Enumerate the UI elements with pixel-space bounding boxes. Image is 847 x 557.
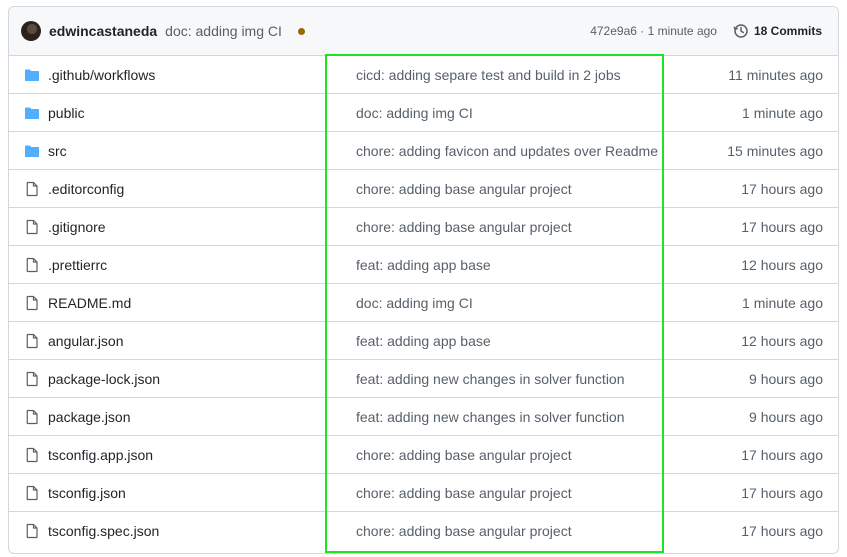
commit-message-link[interactable]: doc: adding img CI — [356, 105, 473, 121]
file-icon — [24, 333, 40, 349]
file-row: package.json feat: adding new changes in … — [9, 398, 838, 436]
file-name-link[interactable]: tsconfig.spec.json — [48, 523, 159, 539]
file-row: tsconfig.app.json chore: adding base angu… — [9, 436, 838, 474]
commit-age: 1 minute ago — [742, 104, 823, 121]
file-row: tsconfig.spec.json chore: adding base ang… — [9, 512, 838, 550]
file-name-link[interactable]: package-lock.json — [48, 371, 160, 387]
commit-message-link[interactable]: feat: adding app base — [356, 257, 491, 273]
file-row: tsconfig.json chore: adding base angular … — [9, 474, 838, 512]
commit-message-link[interactable]: feat: adding new changes in solver funct… — [356, 371, 625, 387]
commit-message-link[interactable]: doc: adding img CI — [356, 295, 473, 311]
file-list: .github/workflows cicd: adding separe tes… — [9, 56, 838, 550]
commit-message-link[interactable]: chore: adding base angular project — [356, 485, 572, 501]
commit-age: 12 hours ago — [741, 332, 823, 349]
folder-icon — [24, 105, 40, 121]
commit-message-link[interactable]: cicd: adding separe test and build in 2 … — [356, 67, 621, 83]
file-row: src chore: adding favicon and updates ove… — [9, 132, 838, 170]
file-row: .prettierrc feat: adding app base 12 hours… — [9, 246, 838, 284]
commit-age: 17 hours ago — [741, 180, 823, 197]
file-name-link[interactable]: src — [48, 143, 67, 159]
file-icon — [24, 371, 40, 387]
file-row: .gitignore chore: adding base angular pro… — [9, 208, 838, 246]
file-icon — [24, 257, 40, 273]
folder-icon — [24, 143, 40, 159]
avatar[interactable] — [21, 21, 41, 41]
file-row: public doc: adding img CI 1 minute ago — [9, 94, 838, 132]
commits-history-link[interactable]: 18 Commits — [733, 23, 822, 39]
commit-age: 15 minutes ago — [727, 142, 823, 159]
commit-sha-and-time[interactable]: 472e9a6 · 1 minute ago — [590, 24, 717, 38]
commit-message-link[interactable]: chore: adding base angular project — [356, 523, 572, 539]
commit-age: 9 hours ago — [749, 370, 823, 387]
file-name-link[interactable]: .editorconfig — [48, 181, 124, 197]
commit-age: 11 minutes ago — [728, 66, 823, 83]
commit-age: 12 hours ago — [741, 256, 823, 273]
file-icon — [24, 219, 40, 235]
file-name-link[interactable]: README.md — [48, 295, 131, 311]
file-row: .editorconfig chore: adding base angular … — [9, 170, 838, 208]
commit-status-dot[interactable] — [297, 27, 305, 35]
commit-age: 17 hours ago — [741, 446, 823, 463]
file-row: .github/workflows cicd: adding separe tes… — [9, 56, 838, 94]
file-icon — [24, 485, 40, 501]
file-name-link[interactable]: .gitignore — [48, 219, 106, 235]
commit-age: 17 hours ago — [741, 523, 823, 539]
file-browser: edwincastaneda doc: adding img CI 472e9a… — [8, 6, 839, 554]
commit-message-link[interactable]: chore: adding base angular project — [356, 219, 572, 235]
file-name-link[interactable]: .prettierrc — [48, 257, 107, 273]
commit-message-link[interactable]: chore: adding base angular project — [356, 447, 572, 463]
file-name-link[interactable]: public — [48, 105, 85, 121]
file-row: angular.json feat: adding app base 12 hour… — [9, 322, 838, 360]
folder-icon — [24, 67, 40, 83]
commit-author-link[interactable]: edwincastaneda — [49, 23, 157, 39]
file-row: package-lock.json feat: adding new change… — [9, 360, 838, 398]
file-icon — [24, 409, 40, 425]
commit-message-link[interactable]: feat: adding app base — [356, 333, 491, 349]
commit-age: 1 minute ago — [742, 294, 823, 311]
file-row: README.md doc: adding img CI 1 minute ago — [9, 284, 838, 322]
file-icon — [24, 523, 40, 539]
commit-message-link[interactable]: feat: adding new changes in solver funct… — [356, 409, 625, 425]
file-icon — [24, 447, 40, 463]
file-icon — [24, 295, 40, 311]
file-name-link[interactable]: angular.json — [48, 333, 124, 349]
file-name-link[interactable]: tsconfig.json — [48, 485, 126, 501]
file-name-link[interactable]: package.json — [48, 409, 131, 425]
history-icon — [733, 24, 748, 38]
latest-commit-bar: edwincastaneda doc: adding img CI 472e9a… — [9, 7, 838, 56]
commit-age: 17 hours ago — [741, 218, 823, 235]
file-icon — [24, 181, 40, 197]
commits-count: 18 Commits — [753, 24, 822, 38]
file-name-link[interactable]: tsconfig.app.json — [48, 447, 153, 463]
commit-age: 17 hours ago — [741, 484, 823, 501]
commit-message-link[interactable]: chore: adding favicon and updates over R… — [356, 143, 658, 159]
commit-age: 9 hours ago — [749, 408, 823, 425]
file-name-link[interactable]: .github/workflows — [48, 67, 155, 83]
latest-commit-message-link[interactable]: doc: adding img CI — [165, 23, 282, 39]
commit-message-link[interactable]: chore: adding base angular project — [356, 181, 572, 197]
